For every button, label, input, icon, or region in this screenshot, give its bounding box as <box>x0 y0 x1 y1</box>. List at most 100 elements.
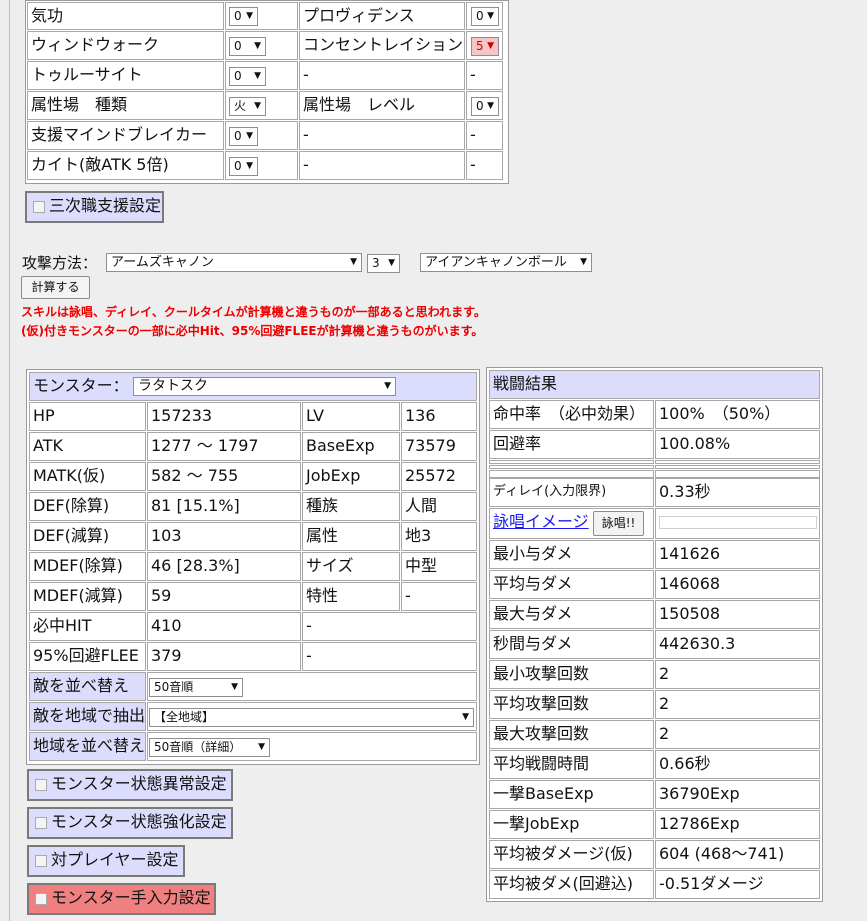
stat-value: 73579 <box>401 432 477 461</box>
result-value: 150508 <box>655 600 820 629</box>
cast-image-link[interactable]: 詠唱イメージ <box>493 512 589 532</box>
result-value: 141626 <box>655 540 820 569</box>
separator-cell <box>489 470 654 478</box>
monster-select[interactable]: ラタトスク <box>133 377 396 396</box>
result-value: 442630.3 <box>655 630 820 659</box>
monster-buff-toggle[interactable]: モンスター状態強化設定 <box>27 807 233 839</box>
toggle-label: モンスター手入力設定 <box>51 888 211 907</box>
support-label: プロヴィデンス <box>299 2 465 30</box>
skill-select[interactable]: アームズキャノン <box>106 253 362 272</box>
result-value: 2 <box>655 660 820 689</box>
stat-value: 25572 <box>401 462 477 491</box>
result-value: 0.66秒 <box>655 750 820 779</box>
support-value-cell: - <box>466 151 503 180</box>
stat-label: HP <box>29 402 146 431</box>
result-value: 2 <box>655 720 820 749</box>
third-job-support-toggle[interactable]: 三次職支援設定 <box>25 191 164 223</box>
stat-value: 中型 <box>401 552 477 581</box>
result-label: 最小与ダメ <box>489 540 654 569</box>
flee-rate-label: 回避率 <box>489 430 654 459</box>
checkbox-icon[interactable] <box>35 817 47 829</box>
support-select[interactable]: 火 <box>229 97 266 116</box>
stat-value: 1277 ～ 1797 <box>147 432 301 461</box>
result-label: 最大攻撃回数 <box>489 720 654 749</box>
support-label: 支援マインドブレイカー <box>27 121 224 150</box>
ammo-select[interactable]: アイアンキャノンボール <box>420 253 592 272</box>
cast-button[interactable]: 詠唱!! <box>593 511 644 536</box>
support-select[interactable]: 0 <box>471 97 499 116</box>
region-select[interactable]: 【全地域】 <box>149 708 474 727</box>
support-select[interactable]: 0 <box>229 7 258 26</box>
support-select[interactable]: 0 <box>229 37 266 56</box>
stat-value: 地3 <box>401 522 477 551</box>
stat-label: - <box>302 612 477 641</box>
sort-label: 敵を並べ替え <box>29 672 146 701</box>
stat-label: JobExp <box>302 462 400 491</box>
checkbox-icon[interactable] <box>33 201 45 213</box>
stat-label: 95%回避FLEE <box>29 642 146 671</box>
monster-status-ailment-toggle[interactable]: モンスター状態異常設定 <box>27 769 233 801</box>
result-value: 12786Exp <box>655 810 820 839</box>
stat-label: 属性 <box>302 522 400 551</box>
result-label: 平均与ダメ <box>489 570 654 599</box>
stat-label: DEF(除算) <box>29 492 146 521</box>
toggle-label: モンスター状態強化設定 <box>51 812 227 831</box>
stat-label: 特性 <box>302 582 400 611</box>
support-value-cell: - <box>466 61 503 90</box>
support-label: 気功 <box>27 2 224 30</box>
toggle-label: 三次職支援設定 <box>49 196 162 215</box>
stat-label: ATK <box>29 432 146 461</box>
support-select[interactable]: 5 <box>471 37 499 56</box>
cast-progress-bar <box>659 516 817 529</box>
checkbox-icon[interactable] <box>35 779 47 791</box>
separator-cell <box>489 460 654 464</box>
stat-label: 必中HIT <box>29 612 146 641</box>
result-label: 最小攻撃回数 <box>489 660 654 689</box>
support-value-cell: - <box>466 121 503 150</box>
support-label: - <box>299 151 465 180</box>
stat-value: 410 <box>147 612 301 641</box>
separator-cell <box>655 460 820 464</box>
result-label: 一撃BaseExp <box>489 780 654 809</box>
delay-label: ディレイ(入力限界) <box>489 478 654 507</box>
stat-label: - <box>302 642 477 671</box>
result-value: 604 (468～741) <box>655 840 820 869</box>
result-label: 平均被ダメ(回避込) <box>489 870 654 899</box>
sort-select[interactable]: 50音順 <box>149 678 243 697</box>
support-label: コンセントレイション <box>299 31 465 60</box>
stat-value: 59 <box>147 582 301 611</box>
stat-value: 人間 <box>401 492 477 521</box>
support-label: トゥルーサイト <box>27 61 224 90</box>
support-select[interactable]: 0 <box>229 67 266 86</box>
monster-manual-input-toggle[interactable]: モンスター手入力設定 <box>27 883 216 915</box>
separator-cell <box>655 470 820 478</box>
result-value: -0.51ダメージ <box>655 870 820 899</box>
result-label: 秒間与ダメ <box>489 630 654 659</box>
result-label: 平均攻撃回数 <box>489 690 654 719</box>
support-select[interactable]: 0 <box>229 157 258 176</box>
stat-label: MDEF(除算) <box>29 552 146 581</box>
monster-note: (仮)付きモンスターの一部に必中Hit、95%回避FLEEが計算機と違うものがい… <box>21 324 484 338</box>
result-label: 平均戦闘時間 <box>489 750 654 779</box>
battle-result-title: 戦闘結果 <box>489 370 820 399</box>
region-sort-label: 地域を並べ替え <box>29 732 146 761</box>
support-label: - <box>299 121 465 150</box>
checkbox-icon[interactable] <box>35 893 47 905</box>
region-sort-select[interactable]: 50音順（詳細） <box>149 738 270 757</box>
checkbox-icon[interactable] <box>35 855 47 867</box>
toggle-label: 対プレイヤー設定 <box>51 850 179 869</box>
stat-label: MDEF(減算) <box>29 582 146 611</box>
calculate-button[interactable]: 計算する <box>21 276 90 299</box>
support-select[interactable]: 0 <box>229 127 258 146</box>
stat-label: DEF(減算) <box>29 522 146 551</box>
support-label: - <box>299 61 465 90</box>
hit-rate-label: 命中率 （必中効果） <box>489 400 654 429</box>
separator-cell <box>655 465 820 469</box>
page-left-border <box>9 0 10 921</box>
skill-level-select[interactable]: 3 <box>367 254 400 273</box>
result-value: 2 <box>655 690 820 719</box>
stat-value: 81 [15.1%] <box>147 492 301 521</box>
pvp-settings-toggle[interactable]: 対プレイヤー設定 <box>27 845 185 877</box>
support-select[interactable]: 0 <box>471 7 499 26</box>
stat-value: 157233 <box>147 402 301 431</box>
